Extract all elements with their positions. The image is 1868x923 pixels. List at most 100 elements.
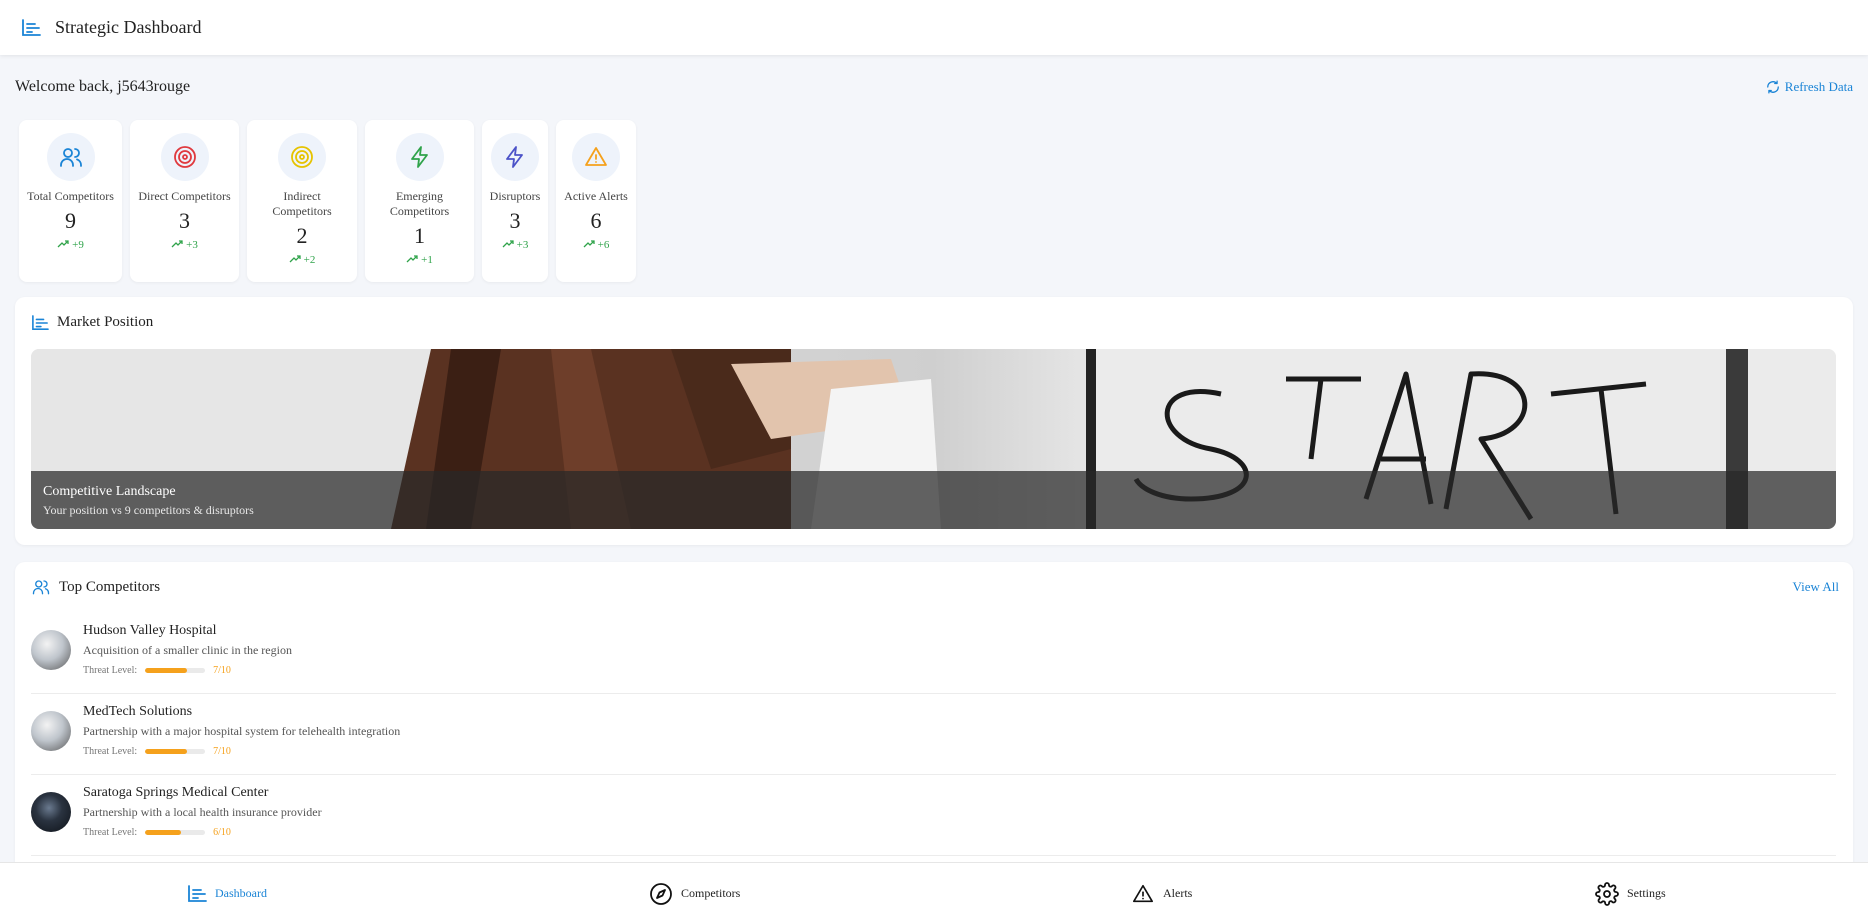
stat-delta: +3 [502, 239, 528, 251]
threat-score: 6/10 [213, 827, 231, 838]
stat-label: Emerging Competitors [389, 189, 450, 218]
stat-value: 6 [590, 208, 602, 233]
stat-delta: +9 [57, 239, 84, 251]
bar-chart-icon [187, 884, 207, 903]
nav-settings[interactable]: Settings [1595, 863, 1666, 923]
threat-bar [145, 830, 206, 835]
view-all-link[interactable]: View All [1792, 579, 1839, 595]
top-competitors-header: Top Competitors [31, 578, 160, 596]
alert-triangle-icon [572, 133, 620, 181]
competitor-details: MedTech Solutions Partnership with a maj… [83, 703, 400, 757]
threat-score: 7/10 [213, 746, 231, 757]
threat-bar-fill [145, 749, 188, 754]
nav-alerts[interactable]: Alerts [1131, 863, 1192, 923]
threat-level: Threat Level: 7/10 [83, 746, 400, 757]
stat-card-disruptors[interactable]: Disruptors 3 +3 [482, 120, 548, 282]
compass-icon [649, 882, 673, 906]
stat-delta: +2 [289, 254, 315, 266]
top-bar: Strategic Dashboard [0, 0, 1868, 55]
alert-triangle-icon [1131, 883, 1155, 905]
market-position-header: Market Position [31, 314, 153, 331]
bottom-nav: Dashboard Competitors Alerts Settings [0, 862, 1868, 923]
stat-label: Disruptors [489, 189, 541, 203]
hero-subtitle: Your position vs 9 competitors & disrupt… [43, 503, 254, 517]
competitor-description: Acquisition of a smaller clinic in the r… [83, 643, 292, 657]
refresh-data-label: Refresh Data [1784, 79, 1853, 94]
hero-title: Competitive Landscape [43, 484, 176, 499]
stat-card-active-alerts[interactable]: Active Alerts 6 +6 [556, 120, 636, 282]
threat-bar [145, 749, 206, 754]
hero-caption: Competitive Landscape Your position vs 9… [31, 471, 1836, 529]
target-icon [160, 133, 209, 181]
threat-label: Threat Level: [83, 827, 138, 838]
welcome-row: Welcome back, j5643rouge Refresh Data [15, 78, 1853, 96]
competitor-name: Saratoga Springs Medical Center [83, 785, 269, 800]
refresh-icon [1766, 80, 1780, 94]
threat-bar-fill [145, 668, 188, 673]
threat-level: Threat Level: 6/10 [83, 827, 322, 838]
competitor-name: MedTech Solutions [83, 704, 193, 719]
users-icon [46, 133, 95, 181]
top-competitors-title: Top Competitors [59, 578, 161, 595]
stat-value: 3 [179, 208, 190, 233]
lightning-icon [395, 133, 444, 181]
trending-up-icon [171, 239, 183, 251]
competitor-row[interactable]: MedTech Solutions Partnership with a maj… [31, 694, 1836, 775]
stat-delta: +1 [406, 254, 433, 266]
competitor-details: Hudson Valley Hospital Acquisition of a … [83, 622, 292, 676]
trending-up-icon [289, 254, 301, 266]
trending-up-icon [502, 239, 514, 251]
nav-alerts-label: Alerts [1163, 886, 1193, 900]
lightning-icon [491, 133, 539, 181]
nav-dashboard-label: Dashboard [215, 886, 267, 900]
bar-chart-icon [21, 18, 41, 37]
avatar [31, 711, 71, 751]
threat-level: Threat Level: 7/10 [83, 665, 292, 676]
stat-label: Active Alerts [564, 189, 628, 203]
stat-card-total-competitors[interactable]: Total Competitors 9 +9 [19, 120, 122, 282]
nav-dashboard[interactable]: Dashboard [187, 863, 267, 923]
nav-competitors[interactable]: Competitors [649, 863, 740, 923]
stat-delta: +3 [171, 239, 198, 251]
avatar [31, 630, 71, 670]
refresh-data-button[interactable]: Refresh Data [1766, 79, 1853, 95]
competitor-details: Saratoga Springs Medical Center Partners… [83, 784, 322, 838]
threat-label: Threat Level: [83, 665, 138, 676]
competitor-description: Partnership with a local health insuranc… [83, 805, 322, 819]
competitor-name: Hudson Valley Hospital [83, 623, 217, 638]
stat-value: 2 [296, 223, 308, 248]
welcome-message: Welcome back, j5643rouge [15, 78, 191, 95]
competitor-row[interactable]: Hudson Valley Hospital Acquisition of a … [31, 613, 1836, 694]
bar-chart-icon [31, 314, 49, 331]
stat-label: Total Competitors [27, 189, 114, 203]
target-icon [278, 133, 326, 181]
stat-card-direct-competitors[interactable]: Direct Competitors 3 +3 [130, 120, 239, 282]
stat-label: Indirect Competitors [272, 189, 332, 218]
gear-icon [1595, 881, 1619, 906]
threat-bar-fill [145, 830, 182, 835]
trending-up-icon [406, 254, 418, 266]
stat-card-emerging-competitors[interactable]: Emerging Competitors 1 +1 [365, 120, 474, 282]
avatar [31, 792, 71, 832]
stat-delta: +6 [583, 239, 609, 251]
threat-bar [145, 668, 206, 673]
competitor-row[interactable]: Saratoga Springs Medical Center Partners… [31, 775, 1836, 856]
stat-value: 3 [509, 208, 521, 233]
market-position-panel: Market Position Competitive Landscape Yo… [15, 297, 1853, 545]
stat-card-indirect-competitors[interactable]: Indirect Competitors 2 +2 [247, 120, 357, 282]
trending-up-icon [57, 239, 69, 251]
users-icon [31, 578, 51, 596]
top-competitors-panel: Top Competitors View All Hudson Valley H… [15, 562, 1853, 872]
threat-score: 7/10 [213, 665, 231, 676]
threat-label: Threat Level: [83, 746, 138, 757]
nav-settings-label: Settings [1627, 886, 1666, 900]
stat-label: Direct Competitors [138, 189, 231, 203]
market-position-title: Market Position [57, 314, 154, 330]
stat-value: 1 [414, 223, 425, 248]
competitor-description: Partnership with a major hospital system… [83, 724, 401, 738]
competitor-list: Hudson Valley Hospital Acquisition of a … [31, 613, 1836, 856]
stats-row: Total Competitors 9 +9 Direct Competitor… [19, 120, 636, 282]
stat-value: 9 [65, 208, 76, 233]
nav-competitors-label: Competitors [681, 886, 741, 900]
competitive-landscape-image[interactable]: Competitive Landscape Your position vs 9… [31, 349, 1836, 529]
